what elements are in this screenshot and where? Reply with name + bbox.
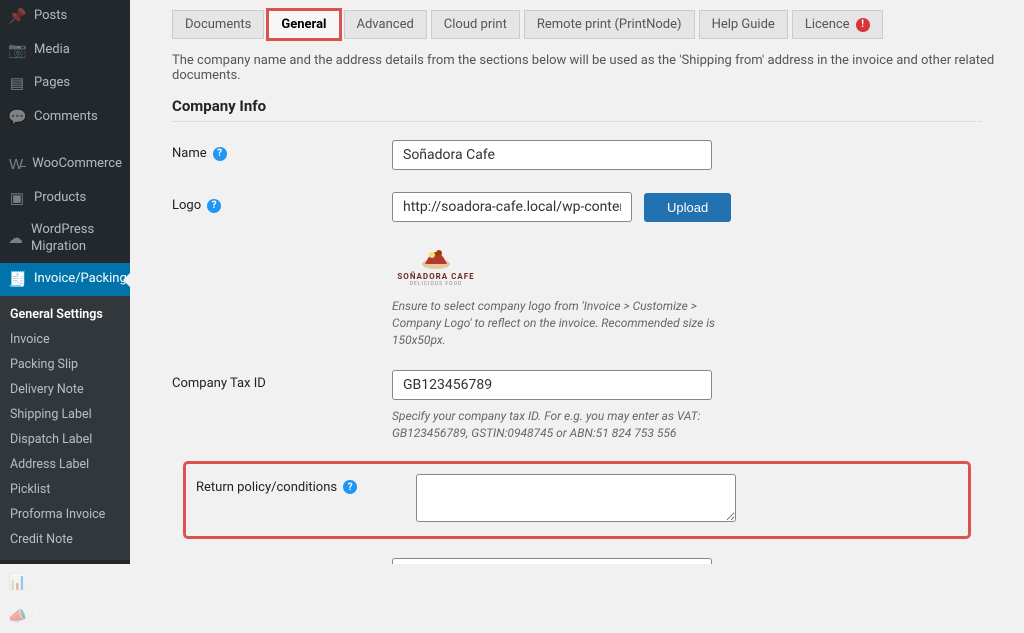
megaphone-icon: 📣 [8, 607, 26, 627]
settings-tabs: Documents General Advanced Cloud print R… [172, 10, 1006, 39]
section-title: Company Info [172, 97, 1006, 115]
tab-label: Licence [805, 17, 850, 32]
sidebar-item-label: WooCommerce [32, 156, 122, 173]
sidebar-item-analytics[interactable]: 📊 Analytics [0, 566, 130, 600]
warning-badge-icon: ! [856, 18, 870, 32]
upload-button[interactable]: Upload [644, 193, 731, 222]
sidebar-item-label: WordPress Migration [31, 222, 122, 256]
sidebar-item-label: Pages [34, 75, 70, 92]
sidebar-item-label: Analytics [34, 575, 87, 592]
comment-icon: 💬 [8, 108, 26, 128]
submenu-address-label[interactable]: Address Label [0, 452, 130, 477]
woo-icon: W̵ [8, 155, 24, 175]
submenu-general-settings[interactable]: General Settings [0, 302, 130, 327]
section-intro-text: The company name and the address details… [172, 53, 1006, 83]
sidebar-item-label: Posts [34, 8, 67, 25]
row-return-policy: Return policy/conditions ? [186, 464, 968, 536]
archive-icon: ▣ [8, 189, 26, 209]
admin-sidebar: 📌 Posts 📷 Media ▤ Pages 💬 Comments W̵ Wo… [0, 0, 130, 564]
field-label: Company Tax ID [172, 376, 266, 391]
field-label: Logo [172, 198, 201, 213]
submenu-invoice[interactable]: Invoice [0, 327, 130, 352]
submenu-proforma-invoice[interactable]: Proforma Invoice [0, 502, 130, 527]
company-name-input[interactable] [392, 140, 712, 170]
row-company-name: Name ? [172, 140, 982, 170]
sidebar-item-label: Media [34, 42, 70, 59]
section-divider [172, 121, 982, 122]
logo-preview: SOÑADORA CAFE DELICIOUS FOOD [392, 240, 480, 290]
sidebar-item-label: Comments [34, 109, 98, 126]
sidebar-item-media[interactable]: 📷 Media [0, 34, 130, 68]
tab-remote-print[interactable]: Remote print (PrintNode) [524, 10, 695, 39]
sidebar-item-invoice-packing[interactable]: 🧾 Invoice/Packing [0, 263, 130, 297]
company-info-form: Name ? Logo ? Upload [172, 140, 982, 564]
field-description: Specify your company tax ID. For e.g. yo… [392, 408, 722, 442]
doc-icon: 🧾 [8, 270, 26, 290]
sidebar-item-products[interactable]: ▣ Products [0, 182, 130, 216]
sidebar-item-pages[interactable]: ▤ Pages [0, 67, 130, 101]
logo-preview-subtext: DELICIOUS FOOD [410, 281, 463, 287]
footer-textarea[interactable] [392, 558, 712, 564]
tab-documents[interactable]: Documents [172, 10, 264, 39]
field-label: Name [172, 146, 207, 161]
submenu-shipping-label[interactable]: Shipping Label [0, 402, 130, 427]
tab-help-guide[interactable]: Help Guide [699, 10, 788, 39]
row-footer: Footer ? Set up a footer which will be u… [172, 558, 982, 564]
sidebar-item-label: Marketing [34, 608, 92, 625]
sidebar-item-label: Products [34, 190, 86, 207]
help-icon[interactable]: ? [343, 480, 357, 494]
row-logo: Logo ? Upload SOÑADORA CAFE DELICIOU [172, 192, 982, 348]
page-icon: ▤ [8, 74, 26, 94]
sidebar-item-wp-migration[interactable]: ☁ WordPress Migration [0, 215, 130, 263]
row-tax-id: Company Tax ID Specify your company tax … [172, 370, 982, 442]
help-icon[interactable]: ? [207, 199, 221, 213]
help-icon[interactable]: ? [213, 147, 227, 161]
logo-preview-text: SOÑADORA CAFE [397, 272, 474, 281]
sidebar-item-posts[interactable]: 📌 Posts [0, 0, 130, 34]
push-pin-icon: 📌 [8, 7, 26, 27]
return-policy-textarea[interactable] [416, 474, 736, 522]
field-label: Return policy/conditions [196, 480, 337, 495]
camera-icon: 📷 [8, 41, 26, 61]
tab-cloud-print[interactable]: Cloud print [431, 10, 520, 39]
chart-icon: 📊 [8, 573, 26, 593]
tab-general[interactable]: General [268, 10, 339, 39]
tab-advanced[interactable]: Advanced [344, 10, 427, 39]
sidebar-item-label: Invoice/Packing [34, 271, 127, 288]
tax-id-input[interactable] [392, 370, 712, 400]
sidebar-item-comments[interactable]: 💬 Comments [0, 101, 130, 135]
main-content: Documents General Advanced Cloud print R… [130, 0, 1024, 564]
tab-licence[interactable]: Licence ! [792, 10, 883, 39]
logo-image-icon [419, 244, 453, 270]
sidebar-item-marketing[interactable]: 📣 Marketing [0, 600, 130, 633]
submenu-credit-note[interactable]: Credit Note [0, 527, 130, 552]
submenu-picklist[interactable]: Picklist [0, 477, 130, 502]
sidebar-submenu: General Settings Invoice Packing Slip De… [0, 296, 130, 560]
submenu-delivery-note[interactable]: Delivery Note [0, 377, 130, 402]
cloud-icon: ☁ [8, 229, 23, 249]
field-description: Ensure to select company logo from 'Invo… [392, 298, 722, 348]
logo-url-input[interactable] [392, 192, 632, 222]
submenu-packing-slip[interactable]: Packing Slip [0, 352, 130, 377]
sidebar-item-woocommerce[interactable]: W̵ WooCommerce [0, 148, 130, 182]
submenu-dispatch-label[interactable]: Dispatch Label [0, 427, 130, 452]
